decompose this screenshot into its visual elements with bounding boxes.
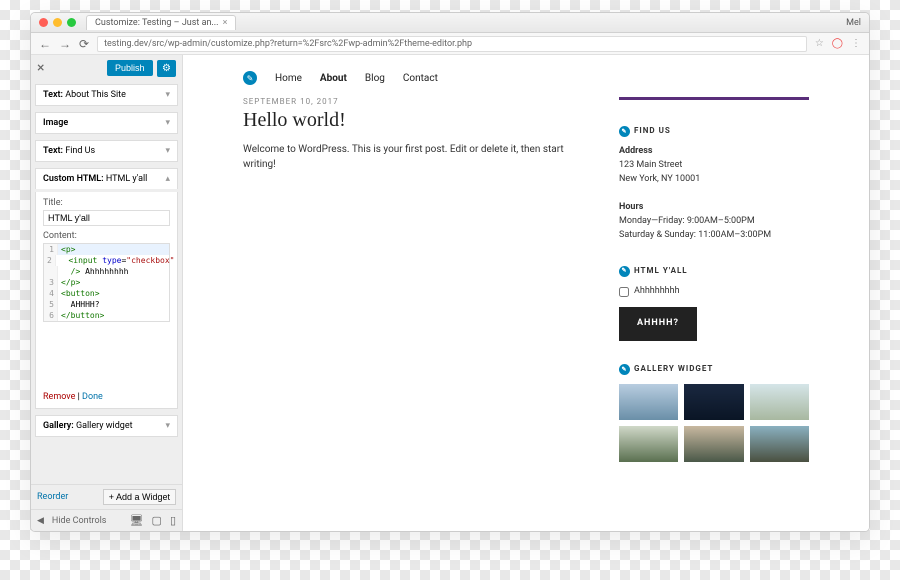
nav-blog[interactable]: Blog — [365, 73, 385, 84]
edit-shortcut-icon[interactable]: ✎ — [619, 126, 630, 137]
nav-home[interactable]: Home — [275, 73, 302, 84]
mobile-icon[interactable]: ▯ — [170, 514, 176, 527]
gallery-image[interactable] — [619, 426, 678, 462]
widget-footer: Reorder + Add a Widget — [31, 484, 182, 509]
gallery-widget: ✎GALLERY WIDGET — [619, 363, 809, 461]
edit-shortcut-icon[interactable]: ✎ — [619, 364, 630, 375]
ahh-button[interactable]: AHHHH? — [619, 307, 697, 341]
desktop-icon[interactable]: 🖥 — [130, 514, 144, 527]
profile-name[interactable]: Mel — [846, 18, 861, 28]
menu-icon[interactable]: ⋮ — [851, 38, 861, 49]
preview-sidebar: ✎FIND US Address 123 Main Street New Yor… — [619, 97, 809, 484]
custom-html-panel: Title: Content: 1<p>2 <input type="check… — [35, 192, 178, 409]
gallery-image[interactable] — [684, 426, 743, 462]
chevron-down-icon: ▾ — [165, 421, 170, 431]
site-preview: ✎ Home About Blog Contact SEPTEMBER 10, … — [183, 55, 869, 531]
title-label: Title: — [43, 198, 170, 208]
extension-icon[interactable]: ◯ — [832, 38, 843, 49]
widget-title-input[interactable] — [43, 210, 170, 226]
widget-gallery[interactable]: Gallery: Gallery widget ▾ — [35, 415, 178, 437]
nav-about[interactable]: About — [320, 73, 347, 84]
html-yall-widget: ✎HTML Y'ALL Ahhhhhhhh AHHHH? — [619, 265, 809, 341]
reload-icon[interactable]: ⟳ — [79, 37, 89, 51]
divider — [619, 97, 809, 100]
chevron-up-icon: ▴ — [165, 174, 170, 184]
content-area: × Publish ⚙ Text: About This Site ▾ Imag… — [31, 55, 869, 531]
gallery-image[interactable] — [684, 384, 743, 420]
post-date: SEPTEMBER 10, 2017 — [243, 97, 589, 106]
url-input[interactable]: testing.dev/src/wp-admin/customize.php?r… — [97, 36, 807, 52]
widget-image[interactable]: Image ▾ — [35, 112, 178, 134]
chevron-down-icon: ▾ — [165, 146, 170, 156]
chevron-down-icon: ▾ — [165, 118, 170, 128]
browser-tab[interactable]: Customize: Testing – Just an... × — [86, 15, 236, 30]
content-label: Content: — [43, 231, 170, 241]
post-title[interactable]: Hello world! — [243, 109, 589, 132]
sidebar-footer: ◀ Hide Controls 🖥 ▢ ▯ — [31, 509, 182, 531]
reorder-link[interactable]: Reorder — [37, 492, 68, 502]
gallery-image[interactable] — [619, 384, 678, 420]
titlebar: Customize: Testing – Just an... × Mel — [31, 13, 869, 33]
ahh-checkbox[interactable] — [619, 287, 629, 297]
nav-contact[interactable]: Contact — [403, 73, 438, 84]
edit-shortcut-icon[interactable]: ✎ — [243, 71, 257, 85]
close-customizer-icon[interactable]: × — [37, 60, 44, 76]
post-body: Welcome to WordPress. This is your first… — [243, 142, 589, 172]
forward-icon[interactable]: → — [59, 37, 71, 51]
add-widget-button[interactable]: + Add a Widget — [103, 489, 176, 505]
tab-title: Customize: Testing – Just an... — [95, 18, 219, 28]
window-controls — [39, 18, 76, 27]
done-link[interactable]: Done — [82, 392, 103, 402]
post: SEPTEMBER 10, 2017 Hello world! Welcome … — [243, 97, 589, 484]
chevron-down-icon: ▾ — [165, 90, 170, 100]
remove-link[interactable]: Remove — [43, 392, 75, 402]
close-window-icon[interactable] — [39, 18, 48, 27]
maximize-window-icon[interactable] — [67, 18, 76, 27]
edit-shortcut-icon[interactable]: ✎ — [619, 266, 630, 277]
publish-button[interactable]: Publish — [107, 60, 153, 76]
collapse-icon[interactable]: ◀ — [37, 516, 44, 526]
html-code-editor[interactable]: 1<p>2 <input type="checkbox" /> Ahhhhhhh… — [43, 243, 170, 322]
tablet-icon[interactable]: ▢ — [152, 514, 162, 527]
bookmark-icon[interactable]: ☆ — [815, 38, 824, 49]
panel-actions: Remove | Done — [43, 392, 170, 402]
address-bar: ← → ⟳ testing.dev/src/wp-admin/customize… — [31, 33, 869, 55]
back-icon[interactable]: ← — [39, 37, 51, 51]
widget-text-about[interactable]: Text: About This Site ▾ — [35, 84, 178, 106]
hide-controls-link[interactable]: Hide Controls — [52, 516, 122, 526]
gallery-image[interactable] — [750, 384, 809, 420]
close-tab-icon[interactable]: × — [223, 18, 228, 28]
sidebar-header: × Publish ⚙ — [31, 55, 182, 81]
customizer-sidebar: × Publish ⚙ Text: About This Site ▾ Imag… — [31, 55, 183, 531]
gallery-image[interactable] — [750, 426, 809, 462]
minimize-window-icon[interactable] — [53, 18, 62, 27]
widget-text-findus[interactable]: Text: Find Us ▾ — [35, 140, 178, 162]
browser-window: Customize: Testing – Just an... × Mel ← … — [30, 12, 870, 532]
widget-custom-html[interactable]: Custom HTML: HTML y'all ▴ — [35, 168, 178, 189]
find-us-widget: ✎FIND US Address 123 Main Street New Yor… — [619, 125, 809, 243]
gear-icon[interactable]: ⚙ — [157, 60, 176, 77]
site-nav: ✎ Home About Blog Contact — [243, 65, 809, 97]
